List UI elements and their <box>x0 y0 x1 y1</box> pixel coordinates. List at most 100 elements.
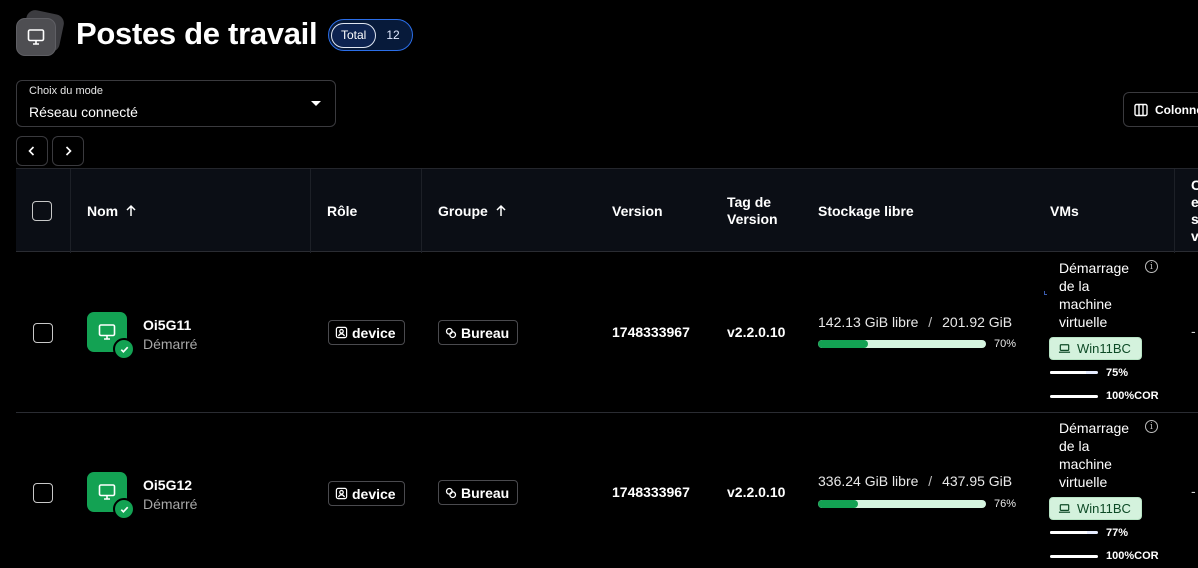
caret-down-icon <box>311 101 321 106</box>
column-header-group[interactable]: Groupe <box>438 169 508 253</box>
total-count: 12 <box>386 28 400 42</box>
vm-state-line3: machine <box>1059 456 1112 472</box>
role-chip: device <box>328 320 405 345</box>
columns-button[interactable]: Colonnes <box>1123 92 1198 127</box>
column-header-extra-line2: e <box>1191 194 1198 210</box>
column-header-extra-line4: v <box>1191 228 1198 244</box>
vm-cpu-bar-fill <box>1050 555 1098 558</box>
vm-state-line3: machine <box>1059 296 1112 312</box>
storage-free: 336.24 GiB libre <box>818 473 919 489</box>
select-all-checkbox[interactable] <box>32 201 52 221</box>
vm-cpu-bar <box>1050 395 1098 398</box>
laptop-icon <box>1058 504 1071 513</box>
vm-cpu-percent: 100%COR <box>1106 390 1159 402</box>
column-header-vms[interactable]: VMs <box>1050 169 1079 253</box>
device-name[interactable]: Oi5G12 <box>143 477 197 493</box>
next-button[interactable] <box>52 136 84 166</box>
vm-connector-mark <box>1044 291 1047 295</box>
storage-separator: / <box>928 314 933 330</box>
column-header-extra-line3: s <box>1191 211 1198 227</box>
page-title: Postes de travail <box>76 16 318 51</box>
row-checkbox[interactable] <box>33 483 53 503</box>
role-chip-label: device <box>352 324 396 341</box>
storage-text: 142.13 GiB libre / 201.92 GiB <box>818 314 1012 330</box>
table-row[interactable]: Oi5G12 Démarré device Bureau 1748333967 … <box>16 413 1198 568</box>
vm-cpu-bar-fill <box>1050 395 1098 398</box>
storage-bar <box>818 500 986 508</box>
vm-memory-bar <box>1050 371 1098 374</box>
check-circle-icon <box>113 338 135 360</box>
table-row[interactable]: Oi5G11 Démarré device Bureau 1748333967 … <box>16 253 1198 413</box>
columns-button-label: Colonnes <box>1155 102 1198 117</box>
table-header: Nom Rôle Groupe Version Tag de Version S… <box>16 168 1198 253</box>
storage-free: 142.13 GiB libre <box>818 314 919 330</box>
vm-memory-percent: 75% <box>1106 367 1129 379</box>
mode-select[interactable]: Choix du mode Réseau connecté <box>16 80 336 127</box>
column-header-version[interactable]: Version <box>612 169 663 253</box>
group-chip: Bureau <box>438 320 519 345</box>
storage-separator: / <box>928 473 933 489</box>
vm-state-line1: Démarrage <box>1059 260 1130 276</box>
vm-state-line4: virtuelle <box>1059 474 1108 490</box>
user-badge-icon <box>335 487 348 500</box>
group-chip: Bureau <box>438 480 519 505</box>
extra-value: - <box>1191 483 1196 499</box>
storage-total: 437.95 GiB <box>942 473 1013 489</box>
group-chip-label: Bureau <box>461 324 510 341</box>
device-name[interactable]: Oi5G11 <box>143 317 197 333</box>
check-circle-icon <box>113 498 135 520</box>
column-header-role-label: Rôle <box>327 203 358 219</box>
group-chip-label: Bureau <box>461 484 510 501</box>
storage-bar-fill <box>818 500 859 508</box>
column-header-group-label: Groupe <box>438 203 488 219</box>
total-badge: Total 12 <box>328 19 413 51</box>
column-header-storage-label: Stockage libre <box>818 203 914 219</box>
role-chip-label: device <box>352 485 396 502</box>
vm-cpu-percent: 100%COR <box>1106 550 1159 562</box>
column-header-tag-line1: Tag de <box>727 194 772 210</box>
column-header-storage[interactable]: Stockage libre <box>818 169 914 253</box>
info-icon[interactable]: i <box>1145 260 1158 273</box>
device-name-cell: Oi5G12 Démarré <box>143 477 197 512</box>
row-checkbox[interactable] <box>33 323 53 343</box>
extra-value: - <box>1191 323 1196 339</box>
column-header-role[interactable]: Rôle <box>327 169 357 253</box>
column-header-name[interactable]: Nom <box>87 169 138 253</box>
version-value: 1748333967 <box>612 324 690 340</box>
storage-text: 336.24 GiB libre / 437.95 GiB <box>818 473 1012 489</box>
column-header-tag-line2: Version <box>727 211 778 227</box>
vm-memory-percent: 77% <box>1106 527 1129 539</box>
column-divider <box>70 169 71 253</box>
vm-memory-bar-fill <box>1050 371 1086 374</box>
column-header-tag[interactable]: Tag de Version <box>727 169 778 253</box>
info-icon[interactable]: i <box>1145 420 1158 433</box>
column-header-name-label: Nom <box>87 203 119 219</box>
arrow-up-icon <box>496 204 506 216</box>
storage-bar-fill <box>818 340 869 348</box>
app-icon <box>16 8 66 56</box>
device-name-cell: Oi5G11 Démarré <box>143 317 197 352</box>
vm-chip[interactable]: Win11BC <box>1049 337 1142 360</box>
mode-select-label: Choix du mode <box>29 85 103 97</box>
vm-memory-bar <box>1050 531 1098 534</box>
column-header-version-label: Version <box>612 203 663 219</box>
storage-percent: 76% <box>994 498 1017 510</box>
storage-total: 201.92 GiB <box>942 314 1013 330</box>
vm-state-line2: de la <box>1059 438 1090 454</box>
chevron-left-icon <box>28 146 35 156</box>
vm-chip[interactable]: Win11BC <box>1049 497 1142 520</box>
vm-cpu-bar <box>1050 555 1098 558</box>
select-all-cell <box>32 169 52 253</box>
role-chip: device <box>328 481 405 506</box>
user-badge-icon <box>335 326 348 339</box>
vm-state-line2: de la <box>1059 278 1090 294</box>
laptop-icon <box>1058 344 1071 353</box>
device-status: Démarré <box>143 336 198 352</box>
column-header-extra[interactable]: C e s v <box>1191 169 1198 253</box>
mode-select-value: Réseau connecté <box>29 104 138 120</box>
vm-state-line4: virtuelle <box>1059 314 1108 330</box>
storage-percent: 70% <box>994 338 1017 350</box>
arrow-up-icon <box>126 204 136 216</box>
tag-value: v2.2.0.10 <box>727 324 786 340</box>
prev-button[interactable] <box>16 136 48 166</box>
